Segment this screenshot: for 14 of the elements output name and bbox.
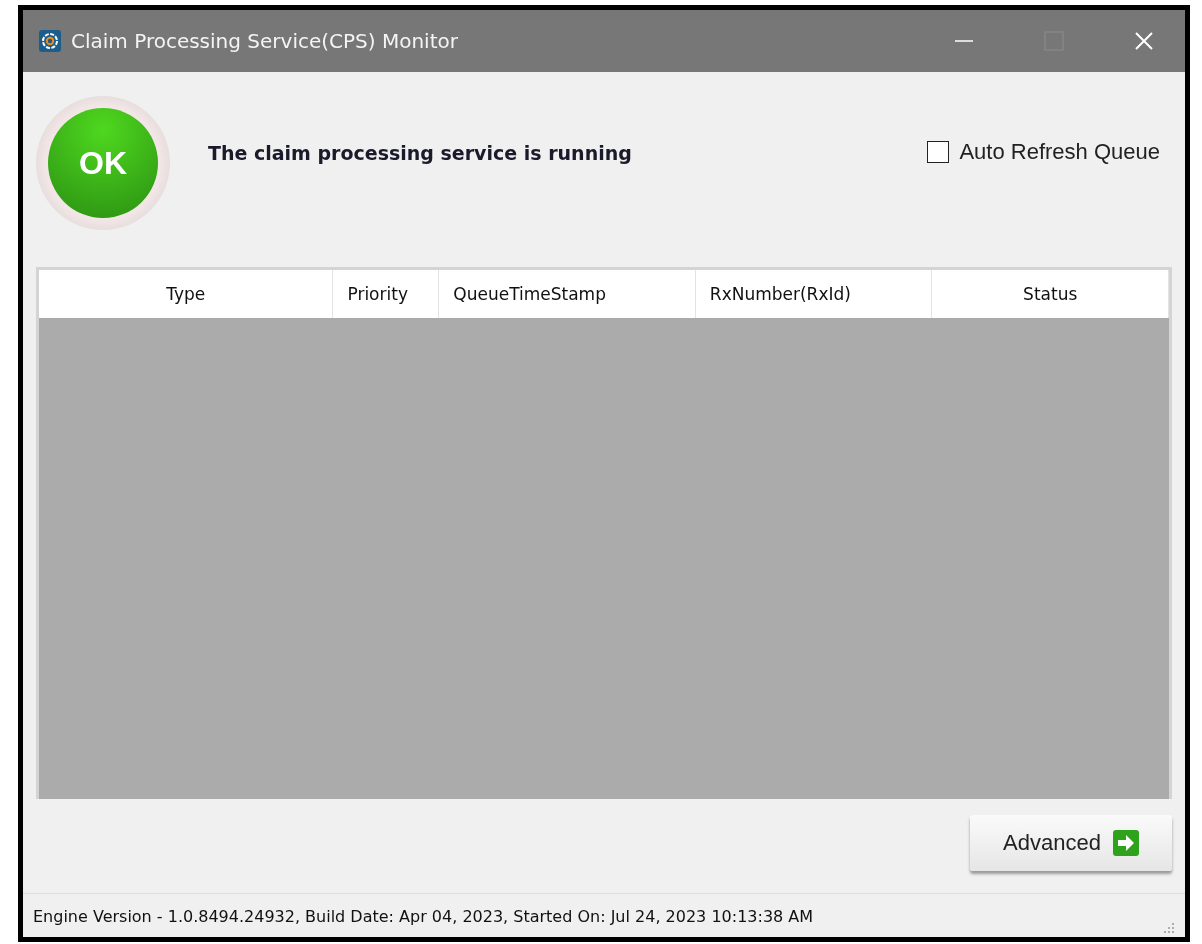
close-icon[interactable]	[1133, 30, 1155, 52]
column-header[interactable]: QueueTimeStamp	[439, 270, 696, 318]
column-header[interactable]: Status	[932, 270, 1169, 318]
status-bar-text: Engine Version - 1.0.8494.24932, Build Date: Apr 04, 2023, Started On: Jul 24, 2023 10:13:38 AM	[33, 906, 814, 926]
status-badge: OK	[48, 108, 158, 218]
column-header[interactable]: RxNumber(RxId)	[695, 270, 933, 318]
auto-refresh-checkbox[interactable]: Auto Refresh Queue	[927, 139, 1160, 165]
column-header[interactable]: Type	[39, 270, 334, 318]
resize-grip-icon[interactable]	[1163, 922, 1175, 934]
window-title: Claim Processing Service(CPS) Monitor	[71, 29, 458, 53]
status-message: The claim processing service is running	[208, 142, 632, 164]
app-icon	[39, 30, 61, 52]
column-header[interactable]: Priority	[333, 270, 440, 318]
advanced-button[interactable]: Advanced	[970, 815, 1172, 871]
